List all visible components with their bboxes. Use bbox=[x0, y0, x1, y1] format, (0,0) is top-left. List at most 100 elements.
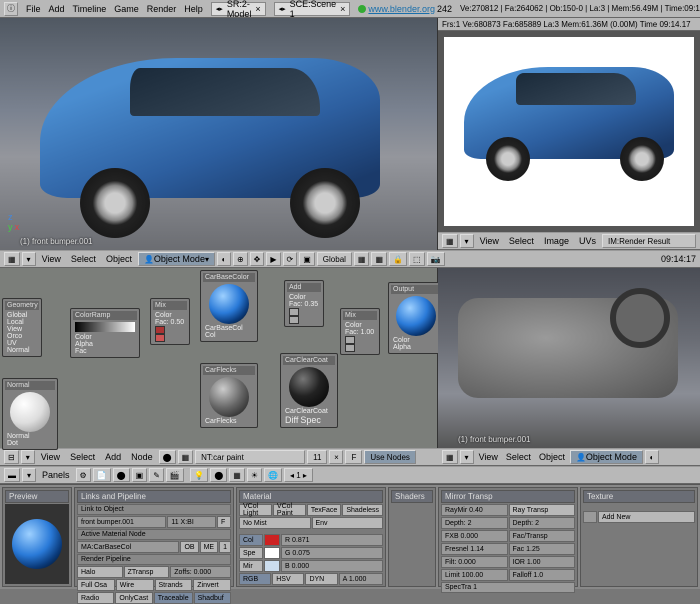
fresnel[interactable]: Fresnel 1.14 bbox=[441, 543, 508, 555]
node-material-base[interactable]: CarBaseColor CarBaseCol Col bbox=[200, 270, 258, 342]
ob-link[interactable]: OB bbox=[180, 541, 198, 553]
editor-type-icon[interactable]: ⊟ bbox=[4, 450, 19, 464]
screen-dropdown[interactable]: ◂▸SR:2-Model× bbox=[211, 2, 266, 16]
panel-title[interactable]: Mirror Transp bbox=[441, 490, 575, 503]
ior[interactable]: IOR 1.00 bbox=[509, 556, 576, 568]
editor-type-icon[interactable]: ▦ bbox=[442, 234, 458, 248]
chevron-down-icon[interactable]: ▾ bbox=[22, 468, 36, 482]
use-nodes-toggle[interactable]: Use Nodes bbox=[364, 450, 416, 464]
node-material-flecks[interactable]: CarFlecks CarFlecks bbox=[200, 363, 258, 428]
vcol-paint[interactable]: VCol Paint bbox=[273, 504, 306, 516]
material-slot[interactable]: 11 X:BI bbox=[167, 516, 216, 528]
mode-dropdown[interactable]: 👤 Object Mode ▾ bbox=[138, 252, 215, 266]
limit[interactable]: Limit 100.00 bbox=[441, 569, 508, 581]
img-menu-image[interactable]: Image bbox=[540, 236, 573, 246]
fac[interactable]: Fac 1.25 bbox=[509, 543, 576, 555]
shadeless[interactable]: Shadeless bbox=[342, 504, 383, 516]
chevron-down-icon[interactable]: ▾ bbox=[21, 450, 35, 464]
menu-add[interactable]: Add bbox=[49, 4, 65, 14]
wire-toggle[interactable]: Wire bbox=[116, 579, 154, 591]
rotate-icon[interactable]: ⟳ bbox=[283, 252, 298, 266]
panel-title[interactable]: Preview bbox=[5, 490, 69, 503]
raytransp-toggle[interactable]: Ray Transp bbox=[509, 504, 576, 516]
context-object-icon[interactable]: ▣ bbox=[132, 468, 148, 482]
alpha-slider[interactable]: A 1.000 bbox=[339, 573, 383, 585]
subcontext-lamp-icon[interactable]: 💡 bbox=[190, 468, 208, 482]
onlycast-toggle[interactable]: OnlyCast bbox=[115, 592, 152, 604]
chevron-down-icon[interactable]: ▾ bbox=[22, 252, 36, 266]
layer-button[interactable]: ▦ bbox=[371, 252, 387, 266]
spe-swatch[interactable] bbox=[264, 547, 280, 559]
texface[interactable]: TexFace bbox=[307, 504, 341, 516]
vcol-light[interactable]: VCol Light bbox=[239, 504, 272, 516]
shading-icon[interactable]: ◐ bbox=[217, 252, 231, 266]
view-menu[interactable]: View bbox=[38, 254, 65, 264]
spe-button[interactable]: Spe bbox=[239, 547, 263, 559]
panel-title[interactable]: Shaders bbox=[391, 490, 433, 503]
subcontext-world-icon[interactable]: 🌐 bbox=[264, 468, 282, 482]
blender-link[interactable]: www.blender.org bbox=[368, 4, 435, 14]
node-output[interactable]: Output Color Alpha bbox=[388, 282, 444, 354]
filt[interactable]: Filt: 0.000 bbox=[441, 556, 508, 568]
translate-icon[interactable]: ▶ bbox=[266, 252, 280, 266]
mir-button[interactable]: Mir bbox=[239, 560, 263, 572]
fake-user[interactable]: F bbox=[345, 450, 362, 464]
node-colorramp[interactable]: ColorRamp Color Alpha Fac bbox=[70, 308, 140, 358]
chevron-down-icon[interactable]: ▾ bbox=[460, 234, 474, 248]
no-mist[interactable]: No Mist bbox=[239, 517, 311, 529]
interior-viewport[interactable]: (1) front bumper.001 bbox=[438, 268, 700, 448]
chevron-down-icon[interactable]: ▾ bbox=[460, 450, 474, 464]
material-name-field[interactable]: front bumper.001 bbox=[77, 516, 166, 528]
img-menu-select[interactable]: Select bbox=[505, 236, 538, 246]
select-menu[interactable]: Select bbox=[67, 254, 100, 264]
r-slider[interactable]: R 0.871 bbox=[281, 534, 383, 546]
menu-game[interactable]: Game bbox=[114, 4, 139, 14]
context-logic-icon[interactable]: ⚙ bbox=[76, 468, 91, 482]
render-icon[interactable]: 📷 bbox=[427, 252, 445, 266]
zoffs-field[interactable]: Zoffs: 0.000 bbox=[170, 566, 231, 578]
object-menu[interactable]: Object bbox=[102, 254, 136, 264]
panel-title[interactable]: Material bbox=[239, 490, 383, 503]
close-icon[interactable]: × bbox=[329, 450, 343, 464]
dyn-toggle[interactable]: DYN bbox=[305, 573, 337, 585]
depth1[interactable]: Depth: 2 bbox=[441, 517, 508, 529]
menu-render[interactable]: Render bbox=[147, 4, 177, 14]
panel-title[interactable]: Texture bbox=[583, 490, 695, 503]
object-menu[interactable]: Object bbox=[536, 452, 568, 462]
node-menu-select[interactable]: Select bbox=[66, 452, 99, 462]
compositing-icon[interactable]: ▦ bbox=[178, 450, 194, 464]
shadbuf-toggle[interactable]: Shadbuf bbox=[194, 592, 231, 604]
node-mix2[interactable]: Mix Color Fac: 1.00 bbox=[340, 308, 380, 355]
menu-file[interactable]: File bbox=[26, 4, 41, 14]
raymir-slider[interactable]: RayMir 0.40 bbox=[441, 504, 508, 516]
img-menu-view[interactable]: View bbox=[476, 236, 503, 246]
spectra[interactable]: SpecTra 1 bbox=[441, 582, 575, 593]
img-menu-uvs[interactable]: UVs bbox=[575, 236, 600, 246]
menu-help[interactable]: Help bbox=[184, 4, 203, 14]
context-scene-icon[interactable]: 🎬 bbox=[166, 468, 184, 482]
nodetree-name[interactable]: NT:car paint bbox=[195, 450, 305, 464]
halo-toggle[interactable]: Halo bbox=[77, 566, 123, 578]
g-slider[interactable]: G 0.075 bbox=[281, 547, 383, 559]
material-icon[interactable]: ⬤ bbox=[159, 450, 176, 464]
node-geometry[interactable]: Geometry Global Local View Orco UV Norma… bbox=[2, 298, 42, 357]
falloff[interactable]: Falloff 1.0 bbox=[509, 569, 576, 581]
3d-viewport[interactable]: zy x (1) front bumper.001 bbox=[0, 18, 438, 250]
node-add[interactable]: Add Color Fac: 0.35 bbox=[284, 280, 324, 327]
hsv-toggle[interactable]: HSV bbox=[272, 573, 304, 585]
context-editing-icon[interactable]: ✎ bbox=[149, 468, 164, 482]
node-material-field[interactable]: MA:CarBaseCol bbox=[77, 541, 179, 553]
node-menu-view[interactable]: View bbox=[37, 452, 64, 462]
add-new-button[interactable]: Add New bbox=[598, 511, 695, 523]
close-icon[interactable]: × bbox=[340, 4, 345, 14]
ztransp-toggle[interactable]: ZTransp bbox=[124, 566, 170, 578]
lock-icon[interactable]: 🔒 bbox=[389, 252, 407, 266]
col-button[interactable]: Col bbox=[239, 534, 263, 546]
shading-icon[interactable]: ◐ bbox=[645, 450, 659, 464]
editor-type-icon[interactable]: ▬ bbox=[4, 468, 20, 482]
fake-user-toggle[interactable]: F bbox=[217, 516, 231, 528]
layer-button[interactable]: ▦ bbox=[354, 252, 370, 266]
mir-swatch[interactable] bbox=[264, 560, 280, 572]
me-link[interactable]: ME bbox=[200, 541, 219, 553]
editor-type-icon[interactable]: ▦ bbox=[4, 252, 20, 266]
